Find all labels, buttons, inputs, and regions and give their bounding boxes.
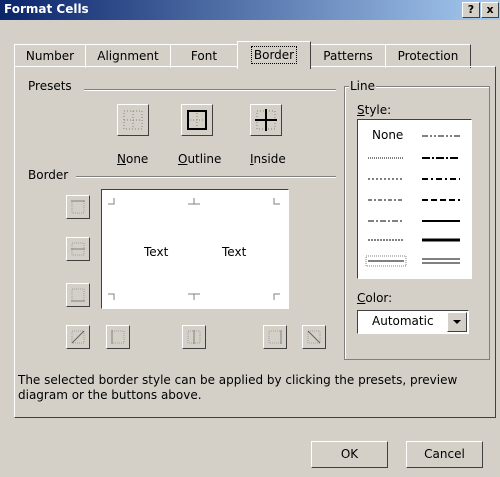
- presets-divider: [84, 89, 336, 91]
- border-divider: [76, 176, 336, 178]
- border-bottom-button[interactable]: [66, 283, 90, 307]
- close-button[interactable]: x: [481, 2, 499, 18]
- hint-text: The selected border style can be applied…: [18, 373, 492, 403]
- border-right-icon: [268, 330, 282, 344]
- ok-button[interactable]: OK: [311, 441, 388, 468]
- border-inside-horizontal-icon: [71, 242, 85, 256]
- preset-outline-label: Outline: [178, 152, 222, 166]
- border-right-button[interactable]: [263, 325, 287, 349]
- tab-protection[interactable]: Protection: [385, 44, 471, 68]
- border-left-icon: [111, 330, 125, 344]
- color-label: Color:: [357, 291, 393, 305]
- preset-inside-icon: [255, 109, 277, 131]
- line-style-samples: [365, 135, 460, 267]
- border-left-button[interactable]: [106, 325, 130, 349]
- line-style-list[interactable]: None: [357, 119, 472, 279]
- tab-patterns[interactable]: Patterns: [310, 44, 386, 68]
- preset-none-label: None: [117, 152, 149, 166]
- tab-border-label: Border: [250, 46, 298, 64]
- border-top-icon: [71, 200, 85, 214]
- tab-number[interactable]: Number: [14, 44, 86, 68]
- chevron-down-icon: [453, 320, 461, 324]
- color-select[interactable]: Automatic: [357, 310, 469, 334]
- border-inside-vertical-icon: [187, 330, 201, 344]
- preset-outline-button[interactable]: [181, 104, 213, 136]
- tab-border[interactable]: Border: [237, 41, 311, 69]
- border-diagonal-down-button[interactable]: [302, 325, 326, 349]
- preset-none-button[interactable]: [117, 104, 149, 136]
- preview-text-right: Text: [222, 245, 247, 259]
- tab-alignment[interactable]: Alignment: [85, 44, 171, 68]
- color-dropdown-button[interactable]: [447, 312, 467, 332]
- help-button[interactable]: ?: [462, 2, 480, 18]
- presets-heading: Presets: [28, 79, 72, 93]
- border-heading: Border: [28, 168, 69, 182]
- color-select-value: Automatic: [372, 314, 434, 328]
- preset-inside-label: Inside: [250, 152, 286, 166]
- hint-line-2: diagram or the buttons above.: [18, 388, 202, 402]
- preset-none-icon: [123, 110, 143, 130]
- preview-corner-marks: [108, 198, 280, 300]
- style-label: Style:: [357, 103, 392, 117]
- preset-outline-icon: [187, 110, 207, 130]
- preset-inside-button[interactable]: [250, 104, 282, 136]
- tab-font[interactable]: Font: [170, 44, 238, 68]
- border-preview[interactable]: Text Text: [101, 189, 289, 309]
- border-center-button[interactable]: [182, 325, 206, 349]
- border-diagonal-up-button[interactable]: [66, 325, 90, 349]
- border-bottom-icon: [71, 288, 85, 302]
- line-heading: Line: [349, 79, 377, 93]
- border-top-button[interactable]: [66, 195, 90, 219]
- border-middle-button[interactable]: [66, 237, 90, 261]
- cancel-button[interactable]: Cancel: [406, 441, 483, 468]
- diagonal-down-icon: [307, 330, 321, 344]
- preview-text-left: Text: [144, 245, 169, 259]
- window-title: Format Cells: [4, 2, 89, 16]
- hint-line-1: The selected border style can be applied…: [18, 373, 458, 387]
- diagonal-up-icon: [71, 330, 85, 344]
